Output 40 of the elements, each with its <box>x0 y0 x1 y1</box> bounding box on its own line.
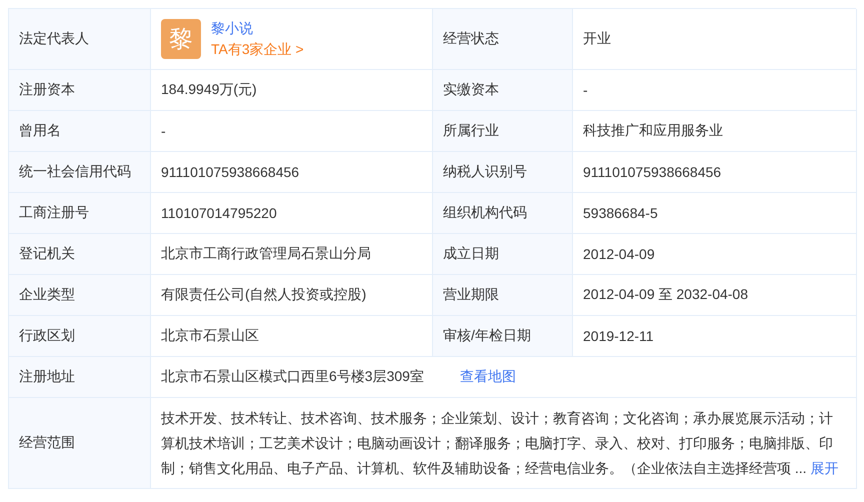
expand-link[interactable]: 展开 <box>810 460 838 476</box>
field-label: 注册地址 <box>19 368 75 386</box>
field-value: - <box>583 82 588 98</box>
field-label: 企业类型 <box>19 286 75 304</box>
field-value: 2012-04-09 <box>583 246 655 262</box>
field-label: 经营状态 <box>443 30 499 48</box>
companies-link[interactable]: TA有3家企业 > <box>211 40 304 58</box>
field-value: 北京市石景山区 <box>161 327 259 345</box>
field-value: 科技推广和应用服务业 <box>583 122 723 140</box>
field-label: 统一社会信用代码 <box>19 163 131 181</box>
field-label: 登记机关 <box>19 245 75 263</box>
field-label: 所属行业 <box>443 122 499 140</box>
field-value: 110107014795220 <box>161 205 277 221</box>
field-label: 经营范围 <box>19 434 75 452</box>
map-link[interactable]: 查看地图 <box>460 368 516 386</box>
field-value: 911101075938668456 <box>583 164 722 180</box>
field-value: 59386684-5 <box>583 205 658 221</box>
person-name-link[interactable]: 黎小说 <box>211 20 304 38</box>
field-label: 营业期限 <box>443 286 499 304</box>
field-label: 行政区划 <box>19 327 75 345</box>
field-label: 审核/年检日期 <box>443 327 531 345</box>
avatar: 黎 <box>161 19 201 59</box>
field-label: 实缴资本 <box>443 81 499 99</box>
field-label: 纳税人识别号 <box>443 163 527 181</box>
field-label: 注册资本 <box>19 81 75 99</box>
field-value: 北京市石景山区模式口西里6号楼3层309室 <box>161 368 424 386</box>
field-label: 曾用名 <box>19 122 61 140</box>
field-value: 北京市工商行政管理局石景山分局 <box>161 245 371 263</box>
field-value: 2019-12-11 <box>583 328 654 344</box>
field-value: 184.9949万(元) <box>161 81 257 99</box>
field-value: 2012-04-09 至 2032-04-08 <box>583 286 748 304</box>
field-label: 成立日期 <box>443 245 499 263</box>
field-label: 法定代表人 <box>19 30 89 48</box>
field-value: - <box>161 123 166 139</box>
field-label: 工商注册号 <box>19 204 89 222</box>
field-value: 911101075938668456 <box>161 164 300 180</box>
field-value: 开业 <box>583 30 611 48</box>
business-scope-text: 技术开发、技术转让、技术咨询、技术服务；企业策划、设计；教育咨询；文化咨询；承办展览展示活动；计算机技术培训；工艺美术设计；电脑动画设计；翻译服务；电脑打字、录入、校对、打印服务；电脑排版、印制；销售文化用品、电子产品、计算机、软件及辅助设备；经营电信业务。（企业依法自主选择经营项 ... 展开 <box>161 408 840 478</box>
field-value: 有限责任公司(自然人投资或控股) <box>161 286 366 304</box>
field-label: 组织机构代码 <box>443 204 527 222</box>
